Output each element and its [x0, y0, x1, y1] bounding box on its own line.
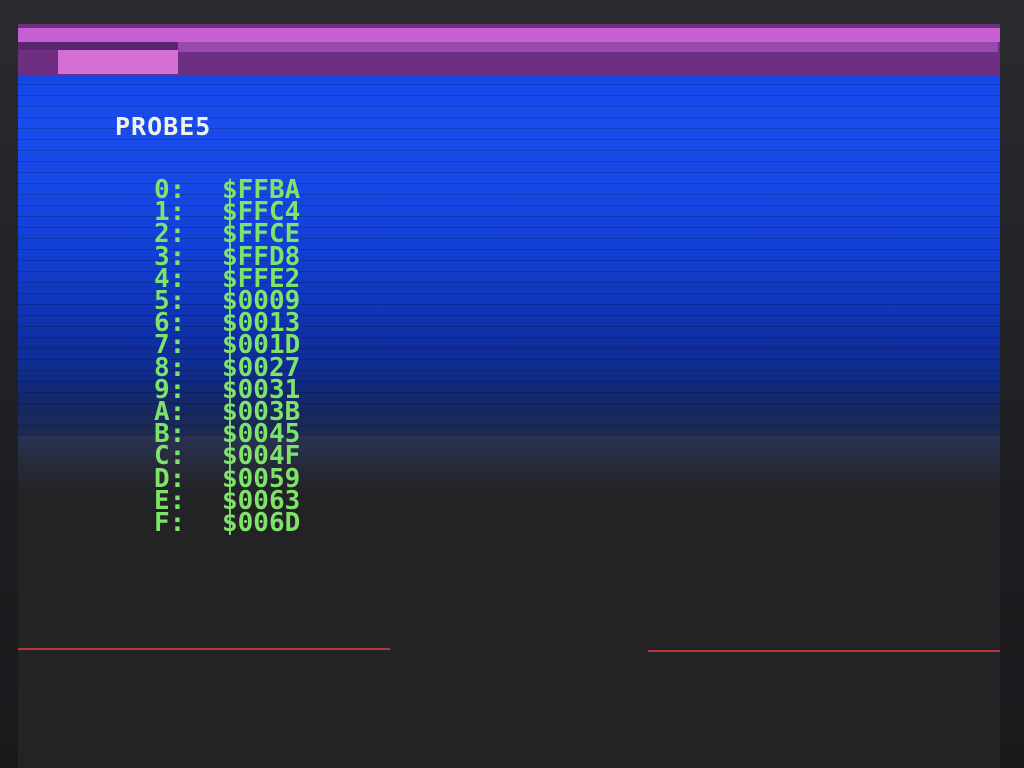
- probe-value-list: 0: $FFBA 1: $FFC4 2: $FFCE 3: $FFD8 4: $FFE2 5: $00…: [154, 177, 301, 539]
- raster-band: [18, 172, 1000, 173]
- scanline-left: [18, 648, 390, 650]
- probe-row: F: $006D: [154, 508, 301, 539]
- border-stripe: [178, 42, 998, 52]
- border-stripe: [18, 42, 178, 50]
- scanline-right: [648, 650, 1000, 652]
- raster-band: [18, 95, 1000, 96]
- top-border-band: [18, 24, 1000, 76]
- raster-band: [18, 150, 1000, 151]
- raster-band: [18, 161, 1000, 162]
- probe-index: F:: [154, 508, 186, 539]
- border-stripe: [58, 50, 178, 74]
- border-stripe: [18, 28, 1000, 42]
- raster-band: [18, 84, 1000, 85]
- probe-value: $006D: [222, 508, 301, 539]
- raster-band: [18, 106, 1000, 107]
- crt-screen: PROBE5 0: $FFBA 1: $FFC4 2: $FFCE 3: $FFD8 4: $FF…: [18, 24, 1000, 768]
- page-title: PROBE5: [115, 112, 212, 141]
